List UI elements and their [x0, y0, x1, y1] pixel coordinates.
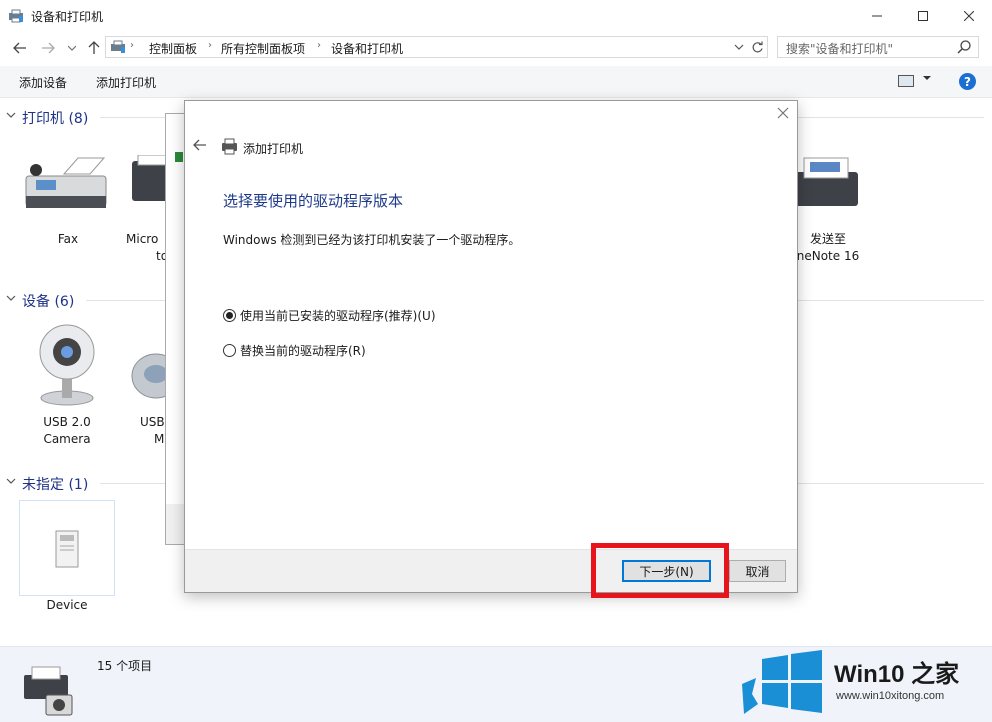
chevron-down-icon[interactable] [6, 111, 16, 119]
arrow-right-icon [42, 42, 55, 54]
option-label: 替换当前的驱动程序(R) [240, 344, 366, 358]
chevron-down-icon[interactable] [922, 74, 932, 82]
group-header-printers[interactable]: 打印机 (8) [22, 108, 88, 128]
windows-logo-icon [762, 650, 822, 713]
refresh-icon[interactable] [751, 41, 764, 54]
chevron-down-icon[interactable] [6, 477, 16, 485]
devices-printers-app-icon [9, 9, 23, 23]
add-printer-dialog: 添加打印机 选择要使用的驱动程序版本 Windows 检测到已经为该打印机安装了… [184, 100, 798, 593]
arrow-left-icon[interactable] [193, 139, 207, 151]
device-item-label-line2: Camera [43, 432, 91, 446]
search-input[interactable]: 搜索"设备和打印机" [777, 36, 979, 58]
device-item-selected-frame[interactable] [19, 500, 115, 596]
minimize-icon [872, 15, 882, 17]
watermark-url: www.win10xitong.com [836, 690, 945, 702]
printer-icon [222, 138, 237, 155]
dialog-header-title: 添加打印机 [243, 142, 304, 156]
device-item-label: USB [140, 415, 165, 429]
chevron-down-icon [68, 45, 76, 51]
printer-item-microsoft[interactable]: Micro to [126, 231, 169, 265]
add-printer-button[interactable]: 添加打印机 [96, 74, 156, 91]
breadcrumb-separator-icon: › [317, 40, 321, 51]
option-replace-driver[interactable]: 替换当前的驱动程序(R) [223, 342, 366, 359]
device-item-camera[interactable]: USB 2.0 Camera [28, 414, 106, 448]
cancel-button[interactable]: 取消 [729, 560, 786, 582]
option-use-current-driver[interactable]: 使用当前已安装的驱动程序(推荐)(U) [223, 307, 436, 324]
maximize-icon [918, 11, 928, 21]
bird-icon [742, 678, 758, 714]
devices-printers-window: 设备和打印机 › 控制面板 › 所有控制面板项 › 设备和打印机 搜索"设备和打… [0, 0, 992, 722]
device-tower-icon [55, 530, 79, 568]
group-header-unspecified[interactable]: 未指定 (1) [22, 474, 88, 494]
breadcrumb-all-items[interactable]: 所有控制面板项 [221, 40, 305, 57]
printer-item-label-line2: neNote 16 [796, 249, 860, 263]
address-bar[interactable]: › 控制面板 › 所有控制面板项 › 设备和打印机 [105, 36, 768, 58]
breadcrumb-separator-icon: › [130, 40, 134, 51]
change-view-icon[interactable] [898, 75, 914, 87]
highlight-box [591, 543, 729, 598]
device-item-label: Device [46, 598, 88, 612]
close-icon [964, 11, 974, 21]
group-header-devices[interactable]: 设备 (6) [22, 291, 74, 311]
webcam-icon[interactable] [38, 322, 96, 406]
back-button[interactable] [10, 38, 30, 58]
close-window-button[interactable] [946, 0, 992, 32]
title-bar: 设备和打印机 [0, 0, 992, 32]
chevron-down-icon[interactable] [734, 44, 744, 51]
search-icon [957, 40, 971, 54]
printer-item-onenote[interactable]: 发送至 neNote 16 [795, 231, 861, 265]
printer-icon[interactable] [790, 156, 862, 208]
printer-camera-icon [24, 666, 73, 716]
dialog-heading: 选择要使用的驱动程序版本 [223, 192, 404, 210]
printer-item-label-line2: to [156, 249, 169, 263]
device-item-label: USB 2.0 [43, 415, 91, 429]
minimize-button[interactable] [854, 0, 900, 32]
device-item-device[interactable]: Device [19, 597, 115, 614]
option-label: 使用当前已安装的驱动程序(推荐)(U) [240, 309, 436, 323]
fax-icon[interactable] [22, 152, 112, 216]
device-item-mouse[interactable]: USB M [130, 414, 170, 448]
printer-item-label: 发送至 [809, 232, 846, 246]
command-bar: 添加设备 添加打印机 [0, 66, 992, 98]
watermark-brand: Win10 之家 [834, 661, 960, 688]
breadcrumb-devices-printers[interactable]: 设备和打印机 [331, 40, 403, 57]
printer-item-label: Micro [126, 232, 159, 246]
item-count: 15 个项目 [97, 659, 153, 673]
breadcrumb-separator-icon: › [208, 40, 212, 51]
recent-locations-button[interactable] [62, 38, 82, 58]
forward-button[interactable] [38, 38, 58, 58]
printer-icon [175, 152, 183, 162]
chevron-down-icon[interactable] [6, 294, 16, 302]
printer-item-label: Fax [57, 232, 79, 246]
search-placeholder: 搜索"设备和打印机" [786, 42, 894, 56]
add-device-button[interactable]: 添加设备 [19, 74, 67, 91]
device-item-label-line2: M [154, 432, 165, 446]
up-button[interactable] [84, 38, 104, 58]
maximize-button[interactable] [900, 0, 946, 32]
radio-unchecked[interactable] [223, 344, 236, 357]
watermark-logo: Win10 之家 www.win10xitong.com [742, 644, 992, 722]
control-panel-icon [111, 40, 125, 53]
window-title: 设备和打印机 [31, 10, 104, 24]
arrow-left-icon [13, 42, 26, 54]
printer-item-fax[interactable]: Fax [20, 231, 116, 248]
close-icon[interactable] [777, 107, 789, 119]
dialog-description: Windows 检测到已经为该打印机安装了一个驱动程序。 [223, 233, 521, 247]
breadcrumb-control-panel[interactable]: 控制面板 [149, 40, 197, 57]
arrow-up-icon [88, 41, 100, 54]
radio-checked[interactable] [223, 309, 236, 322]
help-button[interactable]: ? [959, 73, 976, 90]
mouse-icon[interactable] [130, 350, 170, 400]
